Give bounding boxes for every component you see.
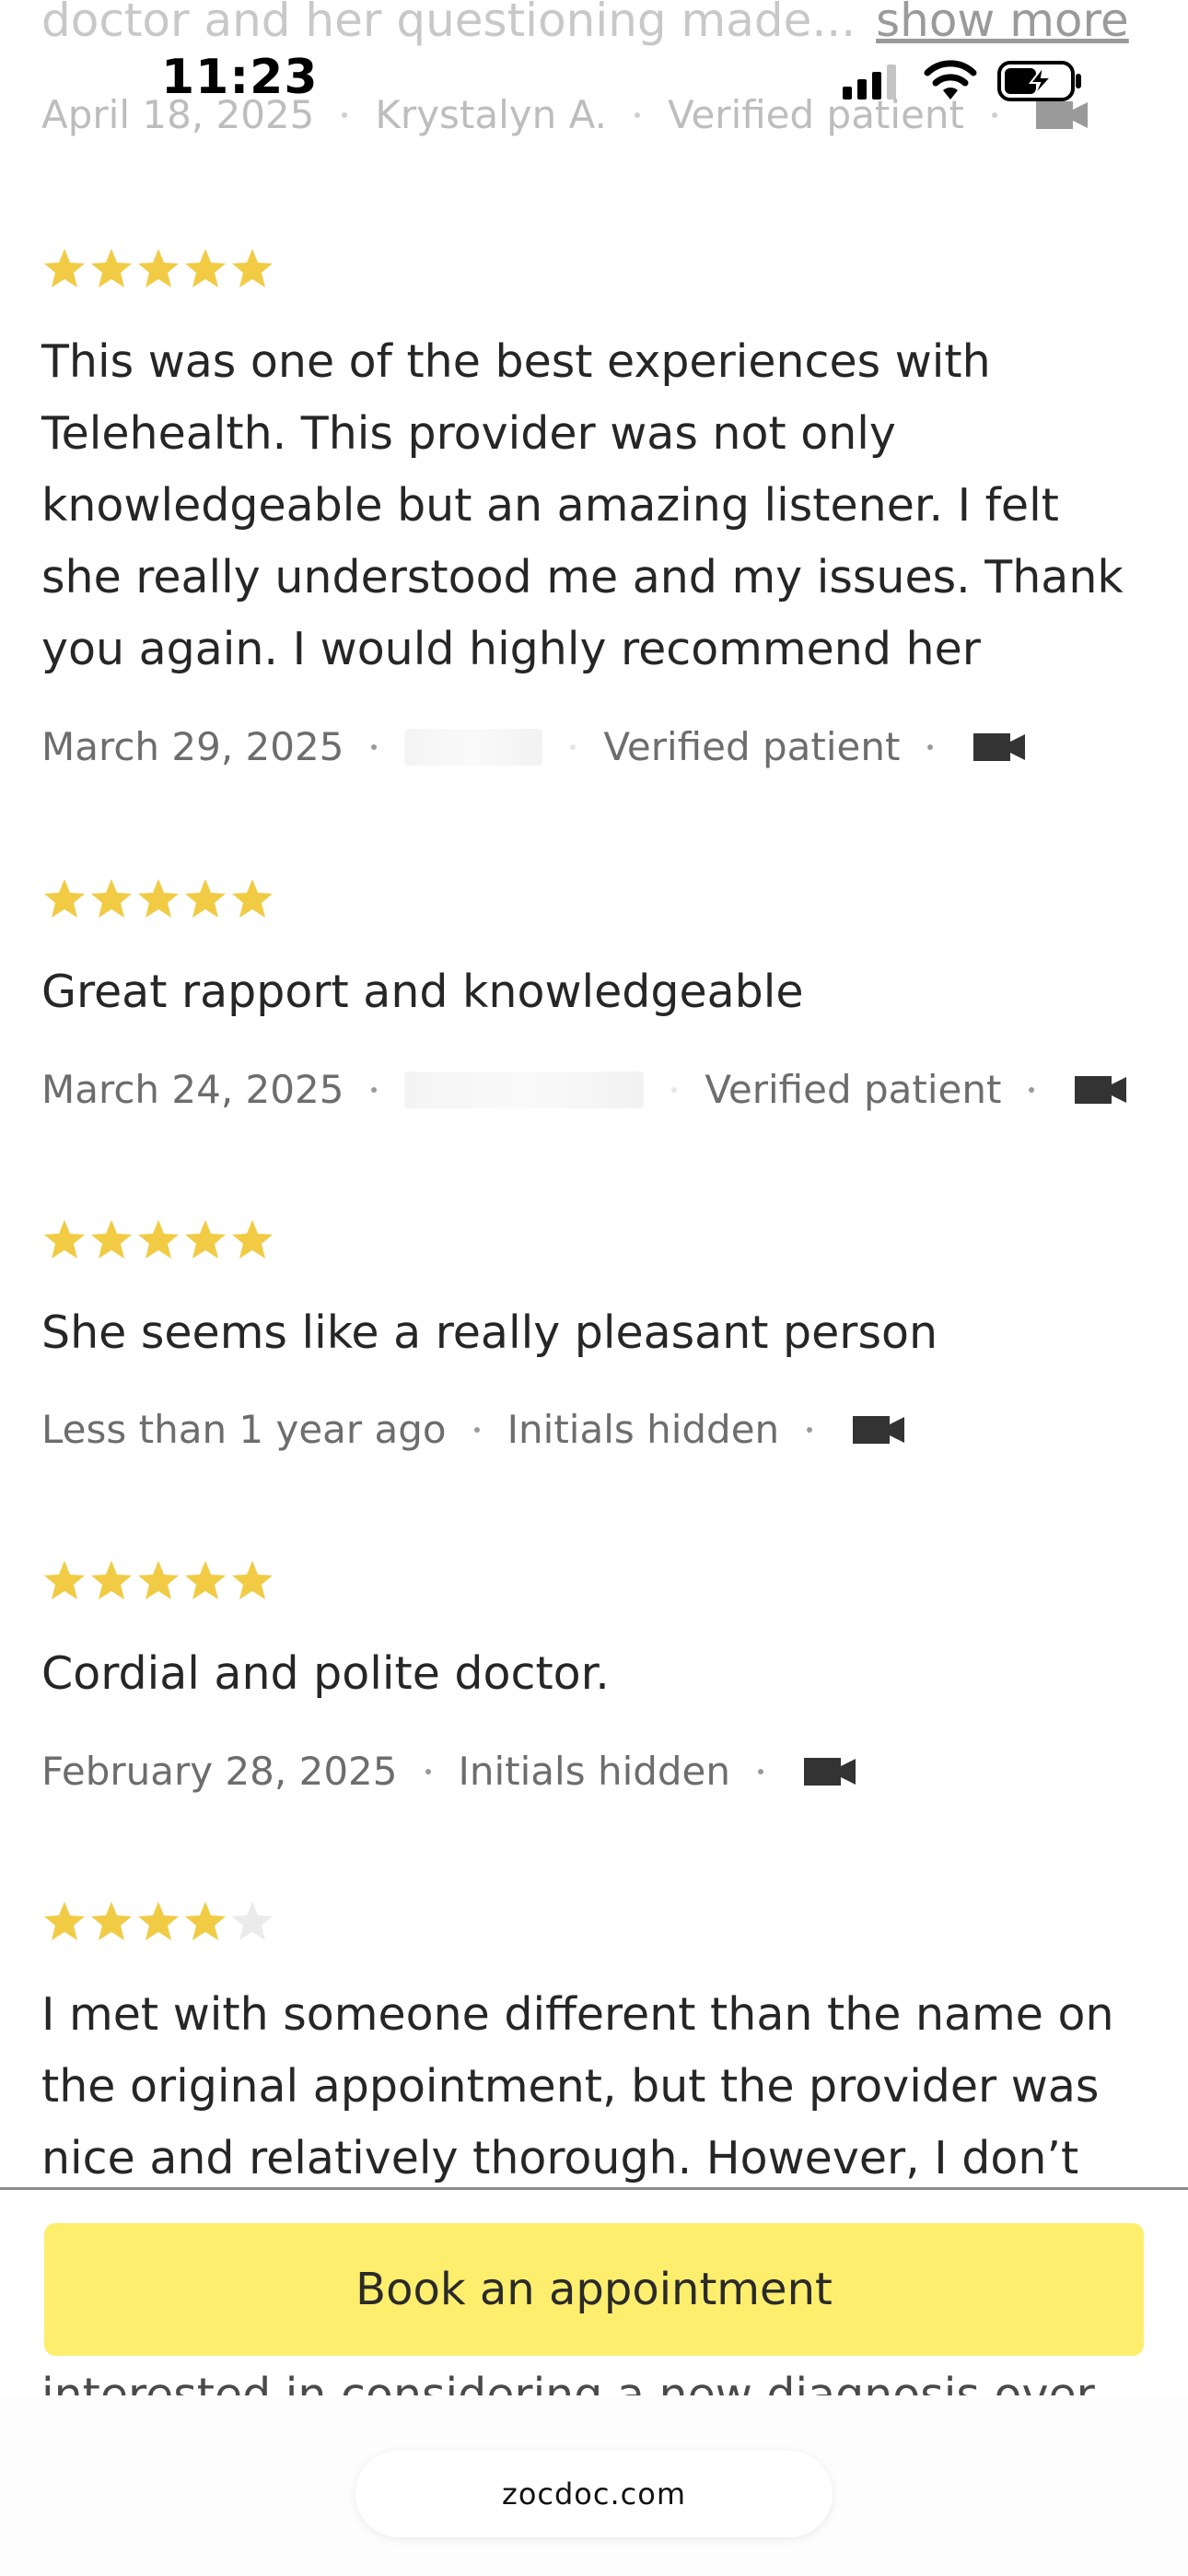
star-icon <box>44 879 85 918</box>
star-icon <box>91 1561 132 1599</box>
review-text: This was one of the best experiences wit… <box>41 335 1124 675</box>
cellular-signal-icon <box>843 64 896 100</box>
review-author: Krystalyn A. <box>375 92 607 137</box>
star-icon <box>91 1902 132 1940</box>
star-icon <box>232 1902 273 1940</box>
review-meta: Less than 1 year ago Initials hidden <box>41 1404 905 1456</box>
star-icon <box>91 1220 132 1259</box>
star-icon <box>44 1902 85 1940</box>
show-more-link[interactable]: show more <box>876 0 1129 47</box>
star-icon <box>91 249 132 287</box>
star-icon <box>138 1220 179 1259</box>
battery-charging-icon <box>997 61 1081 101</box>
star-icon <box>44 249 85 287</box>
browser-url-bar[interactable]: zocdoc.com <box>355 2451 833 2537</box>
review-meta: March 24, 2025 Verified patient <box>41 1064 1127 1116</box>
review-text: I met with someone different than the na… <box>41 1988 1114 2184</box>
video-camera-icon <box>804 1758 856 1786</box>
review-text: Great rapport and knowledgeable <box>41 966 804 1018</box>
star-rating <box>41 1218 281 1264</box>
star-icon <box>138 249 179 287</box>
video-camera-icon <box>973 733 1026 761</box>
book-appointment-button[interactable]: Book an appointment <box>44 2223 1144 2356</box>
review-meta: February 28, 2025 Initials hidden <box>41 1746 856 1797</box>
star-icon <box>232 879 273 918</box>
verified-label: Verified patient <box>603 724 901 769</box>
review-meta: March 29, 2025 Verified patient <box>41 721 1026 773</box>
verified-label: Verified patient <box>667 92 964 137</box>
star-rating <box>41 1900 281 1946</box>
star-icon <box>91 879 132 918</box>
status-time: 11:23 <box>161 50 319 105</box>
star-rating <box>41 877 281 923</box>
star-icon <box>44 1561 85 1599</box>
review-date: Less than 1 year ago <box>41 1407 447 1452</box>
review-date: March 24, 2025 <box>41 1067 344 1112</box>
url-text: zocdoc.com <box>502 2476 686 2512</box>
star-icon <box>138 1561 179 1599</box>
video-camera-icon <box>853 1416 905 1444</box>
star-icon <box>185 1220 226 1259</box>
review-author: Initials hidden <box>458 1749 731 1794</box>
wifi-icon <box>924 60 977 100</box>
star-icon <box>232 249 273 287</box>
star-icon <box>44 1220 85 1259</box>
review-date: March 29, 2025 <box>41 724 344 769</box>
star-icon <box>232 1561 273 1599</box>
review-date: February 28, 2025 <box>41 1749 398 1794</box>
star-icon <box>185 1561 226 1599</box>
star-icon <box>232 1220 273 1259</box>
star-icon <box>138 1902 179 1940</box>
star-icon <box>138 879 179 918</box>
redacted-author <box>404 1071 645 1108</box>
review-text: Cordial and polite doctor. <box>41 1647 610 1700</box>
video-camera-icon <box>1075 1076 1127 1104</box>
video-camera-icon <box>1036 100 1088 129</box>
previous-review-tail: doctor and her questioning made... <box>41 0 856 47</box>
star-rating <box>41 247 281 293</box>
star-icon <box>185 249 226 287</box>
review-author: Initials hidden <box>507 1407 780 1452</box>
verified-label: Verified patient <box>705 1067 1002 1112</box>
star-icon <box>185 879 226 918</box>
star-rating <box>41 1559 281 1605</box>
redacted-author <box>404 729 543 766</box>
review-text: She seems like a really pleasant person <box>41 1306 938 1359</box>
star-icon <box>185 1902 226 1940</box>
previous-review-text: doctor and her questioning made... show m… <box>41 0 1147 48</box>
